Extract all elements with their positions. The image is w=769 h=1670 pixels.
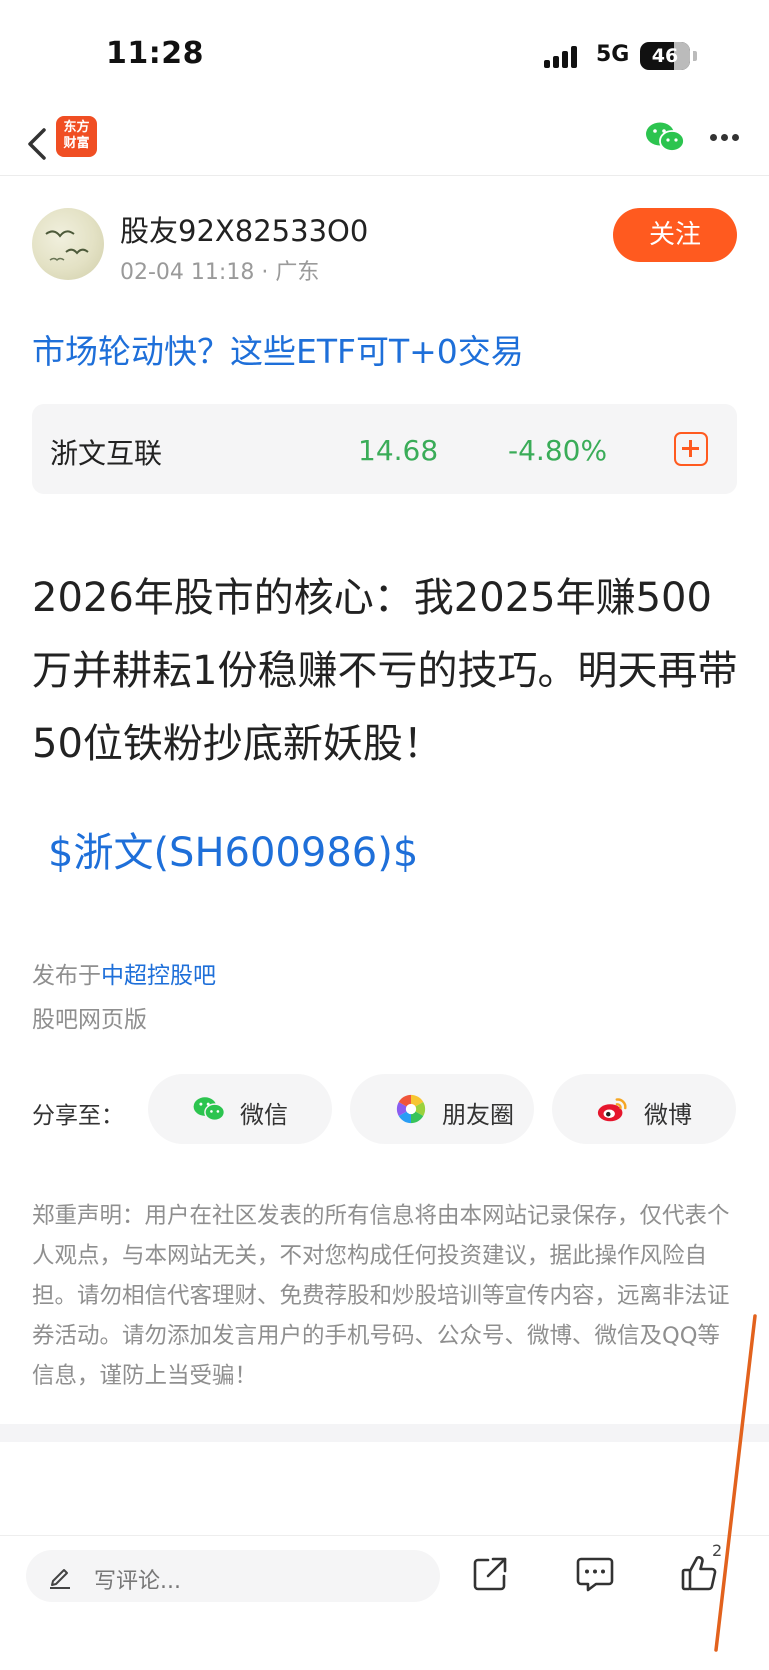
battery-level: 46 — [651, 45, 679, 67]
share-icon[interactable] — [472, 1556, 508, 1592]
stock-card[interactable]: 浙文互联 14.68 -4.80% — [32, 404, 737, 494]
weibo-icon — [597, 1098, 627, 1122]
bottom-bar: 写评论... 2 — [0, 1535, 769, 1670]
avatar[interactable] — [32, 208, 104, 280]
author-meta: 02-04 11:18 · 广东 — [120, 254, 319, 286]
stock-change: -4.80% — [508, 434, 608, 467]
avatar-image — [45, 230, 89, 262]
section-divider — [0, 1424, 769, 1442]
pen-icon — [50, 1569, 70, 1589]
meta-separator: · — [261, 260, 276, 285]
published-in: 发布于中超控股吧 — [32, 956, 216, 990]
add-stock-icon[interactable] — [674, 432, 708, 466]
more-icon[interactable] — [710, 134, 740, 142]
network-type: 5G — [596, 42, 630, 67]
post-date: 02-04 11:18 — [120, 260, 255, 285]
logo-line-2: 财富 — [63, 136, 90, 151]
top-nav: 东方 财富 — [0, 110, 769, 176]
disclaimer-text: 郑重声明：用户在社区发表的所有信息将由本网站记录保存，仅代表个人观点，与本网站无… — [32, 1203, 730, 1389]
wechat-icon[interactable] — [644, 120, 686, 154]
status-time: 11:28 — [106, 36, 204, 71]
share-weibo-button[interactable]: 微博 — [552, 1074, 736, 1144]
battery-tip — [693, 51, 697, 61]
share-label: 分享至： — [32, 1103, 124, 1129]
share-moments-label: 朋友圈 — [442, 1101, 514, 1129]
logo-line-1: 东方 — [63, 120, 90, 135]
source-version: 股吧网页版 — [32, 1007, 147, 1033]
headline-link[interactable]: 市场轮动快？这些ETF可T+0交易 — [32, 325, 524, 373]
like-count: 2 — [712, 1541, 723, 1560]
share-wechat-label: 微信 — [240, 1101, 288, 1129]
author-name[interactable]: 股友92X82533O0 — [120, 208, 368, 250]
app-logo[interactable]: 东方 财富 — [56, 116, 97, 157]
post-body: 2026年股市的核心：我2025年赚500万并耕耘1份稳赚不亏的技巧。明天再带5… — [32, 575, 738, 767]
stock-price: 14.68 — [358, 434, 439, 467]
wechat-icon — [193, 1097, 226, 1122]
chevron-left-icon[interactable] — [24, 124, 54, 164]
share-moments-button[interactable]: 朋友圈 — [350, 1074, 534, 1144]
comment-placeholder: 写评论... — [94, 1569, 181, 1594]
status-bar: 11:28 5G 46 — [0, 0, 769, 110]
published-prefix: 发布于 — [32, 963, 101, 989]
stock-tag-link[interactable]: $浙文(SH600986)$ — [48, 820, 418, 878]
comments-icon[interactable] — [576, 1556, 614, 1592]
stock-name: 浙文互联 — [50, 437, 163, 470]
follow-button[interactable]: 关注 — [613, 208, 737, 262]
battery-icon: 46 — [640, 42, 690, 70]
moments-icon — [396, 1094, 426, 1124]
comment-input[interactable]: 写评论... — [26, 1550, 440, 1602]
share-weibo-label: 微博 — [644, 1101, 692, 1129]
share-wechat-button[interactable]: 微信 — [148, 1074, 332, 1144]
post-location: 广东 — [275, 260, 320, 285]
bar-link[interactable]: 中超控股吧 — [101, 963, 216, 989]
signal-icon — [544, 44, 584, 68]
